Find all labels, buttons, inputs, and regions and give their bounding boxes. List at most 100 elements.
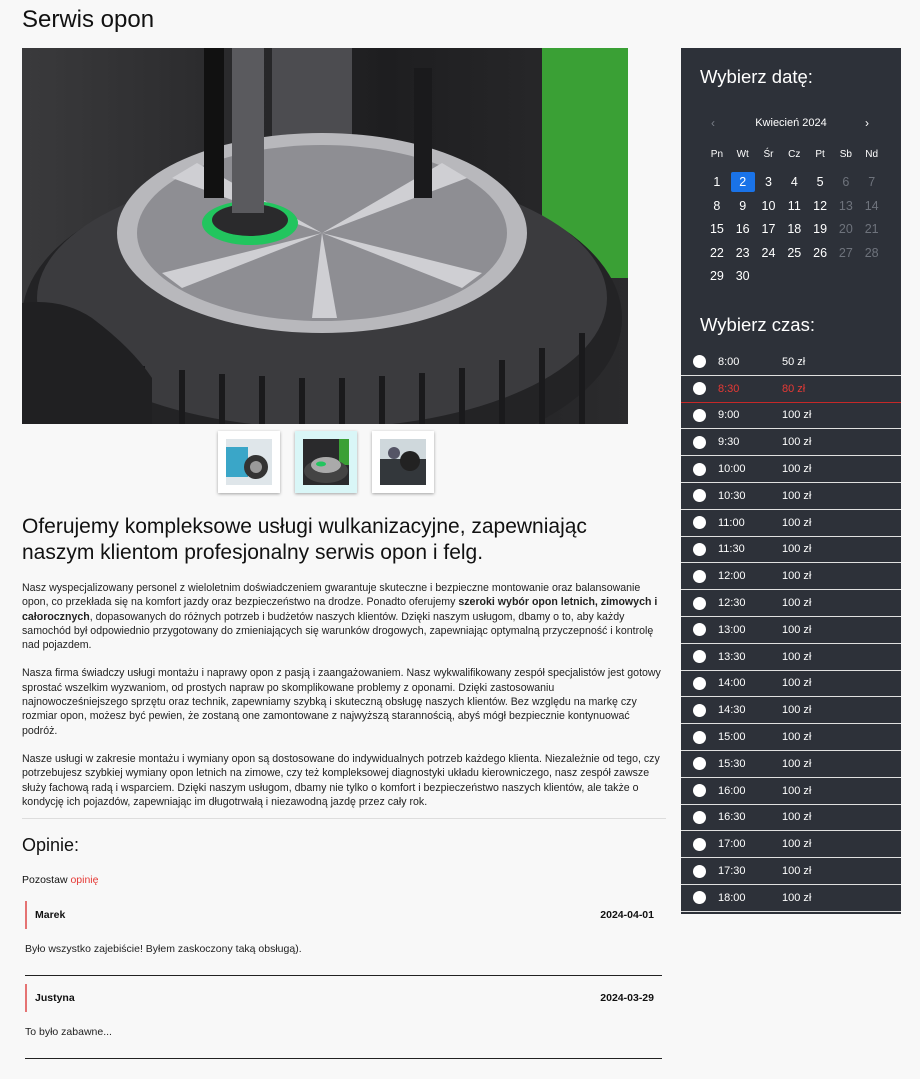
service-description: Nasz wyspecjalizowany personel z wielole… [22, 581, 662, 823]
radio-icon[interactable] [693, 596, 706, 610]
service-headline: Oferujemy kompleksowe usługi wulkanizacy… [22, 515, 587, 564]
time-slot[interactable]: 12:00 100 zł [681, 563, 901, 591]
slot-price: 80 zł [782, 382, 806, 395]
time-slot[interactable]: 14:00 100 zł [681, 671, 901, 698]
calendar-day-18[interactable]: 18 [781, 219, 807, 243]
calendar-day-30[interactable]: 30 [730, 266, 756, 290]
calendar-day-12[interactable]: 12 [807, 196, 833, 220]
weekday-label: Śr [763, 149, 774, 160]
radio-icon[interactable] [693, 462, 706, 476]
time-slot[interactable]: 11:00 100 zł [681, 510, 901, 537]
calendar-day-24[interactable]: 24 [756, 243, 782, 267]
slot-time: 12:00 [718, 570, 746, 583]
calendar-day-2[interactable]: 2 [730, 172, 756, 196]
radio-icon[interactable] [693, 408, 706, 422]
radio-icon[interactable] [693, 489, 706, 503]
radio-icon[interactable] [693, 810, 706, 824]
slot-time: 11:00 [718, 516, 745, 529]
calendar-day-11[interactable]: 11 [781, 196, 807, 220]
section-divider [22, 818, 666, 819]
time-slot[interactable]: 10:00 100 zł [681, 456, 901, 483]
calendar-day-23[interactable]: 23 [730, 243, 756, 267]
time-slot[interactable]: 17:00 100 zł [681, 831, 901, 859]
radio-icon[interactable] [693, 355, 706, 369]
slot-price: 100 zł [782, 677, 812, 690]
calendar-day-20: 20 [838, 222, 853, 236]
weekday-label: Nd [865, 149, 879, 160]
calendar-day-19[interactable]: 19 [807, 219, 833, 243]
radio-icon[interactable] [693, 757, 706, 771]
calendar-day-5[interactable]: 5 [807, 172, 833, 196]
next-month-button[interactable]: › [865, 116, 869, 130]
calendar-day-3[interactable]: 3 [756, 172, 782, 196]
time-slot-list: 8:00 50 zł 8:30 80 zł 9:00 100 zł 9:30 100 zł 10… [681, 349, 901, 912]
slot-price: 100 zł [782, 757, 812, 770]
slot-price: 100 zł [782, 731, 812, 744]
calendar-day-25[interactable]: 25 [781, 243, 807, 267]
radio-icon[interactable] [693, 730, 706, 744]
slot-price: 50 zł [782, 355, 806, 368]
thumbnail-1[interactable] [218, 431, 280, 493]
calendar-day-29[interactable]: 29 [704, 266, 730, 290]
date-picker-title: Wybierz datę: [700, 66, 813, 87]
radio-icon[interactable] [693, 542, 706, 556]
review-author: Justyna [35, 992, 75, 1004]
calendar-day-26[interactable]: 26 [807, 243, 833, 267]
time-slot[interactable]: 15:30 100 zł [681, 751, 901, 778]
page-title: Serwis opon [22, 6, 155, 33]
review-text: To było zabawne... [25, 1026, 112, 1038]
slot-price: 100 zł [782, 463, 812, 476]
time-slot[interactable]: 18:00 100 zł [681, 885, 901, 912]
thumbnail-3[interactable] [372, 431, 434, 493]
slot-time: 10:30 [718, 489, 746, 502]
radio-icon[interactable] [693, 676, 706, 690]
radio-icon[interactable] [693, 650, 706, 664]
leave-review-link[interactable]: opinię [70, 874, 98, 886]
time-slot[interactable]: 9:30 100 zł [681, 429, 901, 457]
review-header: Justyna 2024-03-29 [25, 984, 662, 1012]
calendar-day-16[interactable]: 16 [730, 219, 756, 243]
calendar-day-4[interactable]: 4 [781, 172, 807, 196]
time-slot[interactable]: 16:30 100 zł [681, 805, 901, 832]
radio-icon[interactable] [693, 516, 706, 530]
time-slot[interactable]: 10:30 100 zł [681, 483, 901, 510]
time-slot[interactable]: 8:00 50 zł [681, 349, 901, 376]
time-slot[interactable]: 13:30 100 zł [681, 644, 901, 671]
time-picker-title: Wybierz czas: [700, 314, 815, 335]
calendar-day-9[interactable]: 9 [730, 196, 756, 220]
time-slot[interactable]: 12:30 100 zł [681, 590, 901, 617]
review-header: Marek 2024-04-01 [25, 901, 662, 929]
calendar-day-15[interactable]: 15 [704, 219, 730, 243]
calendar-day-10[interactable]: 10 [756, 196, 782, 220]
slot-price: 100 zł [782, 516, 812, 529]
slot-price: 100 zł [782, 570, 812, 583]
time-slot[interactable]: 15:00 100 zł [681, 724, 901, 751]
calendar-day-22[interactable]: 22 [704, 243, 730, 267]
slot-time: 13:30 [718, 650, 746, 663]
tire-illustration [22, 48, 628, 424]
booking-sidebar: Wybierz datę: ‹ Kwiecień 2024 › Pn Wt Śr Cz… [681, 48, 901, 914]
time-slot[interactable]: 17:30 100 zł [681, 858, 901, 885]
calendar-day-1[interactable]: 1 [704, 172, 730, 196]
calendar-day-17[interactable]: 17 [756, 219, 782, 243]
radio-icon[interactable] [693, 864, 706, 878]
thumbnail-2[interactable] [295, 431, 357, 493]
radio-icon[interactable] [693, 784, 706, 798]
time-slot[interactable]: 16:00 100 zł [681, 778, 901, 805]
calendar-day-8[interactable]: 8 [704, 196, 730, 220]
radio-icon[interactable] [693, 891, 706, 905]
radio-icon[interactable] [693, 623, 706, 637]
radio-icon[interactable] [693, 569, 706, 583]
time-slot[interactable]: 14:30 100 zł [681, 697, 901, 725]
calendar-grid: Pn Wt Śr Cz Pt Sb Nd 1 2 3 4 5 6 7 8 9 10 11 12 13 14 15 16 17 1… [704, 148, 884, 290]
slot-time: 17:00 [718, 838, 746, 851]
radio-icon[interactable] [693, 837, 706, 851]
weekday-label: Cz [788, 149, 801, 160]
time-slot[interactable]: 11:30 100 zł [681, 537, 901, 564]
slot-price: 100 zł [782, 623, 812, 636]
weekday-label: Pn [710, 149, 724, 160]
time-slot[interactable]: 13:00 100 zł [681, 617, 901, 644]
radio-icon[interactable] [693, 435, 706, 449]
time-slot[interactable]: 9:00 100 zł [681, 403, 901, 430]
radio-icon[interactable] [693, 703, 706, 717]
